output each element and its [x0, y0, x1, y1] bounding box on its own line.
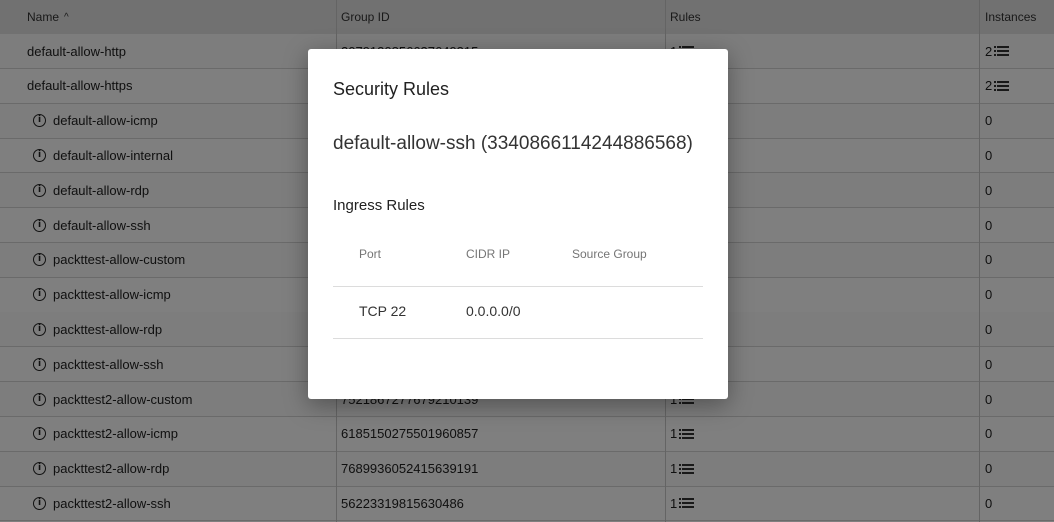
rule-cidr: 0.0.0.0/0: [466, 303, 521, 319]
security-rules-dialog: Security Rules default-allow-ssh (334086…: [308, 49, 728, 399]
rules-column-source-group: Source Group: [572, 247, 647, 261]
rules-column-cidr: CIDR IP: [466, 247, 511, 261]
dialog-title: Security Rules: [333, 79, 450, 99]
rules-row-divider: [333, 338, 703, 339]
rules-column-port: Port: [359, 247, 382, 261]
rule-port: TCP 22: [359, 303, 407, 319]
dialog-subtitle: default-allow-ssh (3340866114244886568): [333, 133, 693, 154]
rules-header-divider: [333, 286, 703, 287]
ingress-rules-heading: Ingress Rules: [333, 197, 425, 214]
